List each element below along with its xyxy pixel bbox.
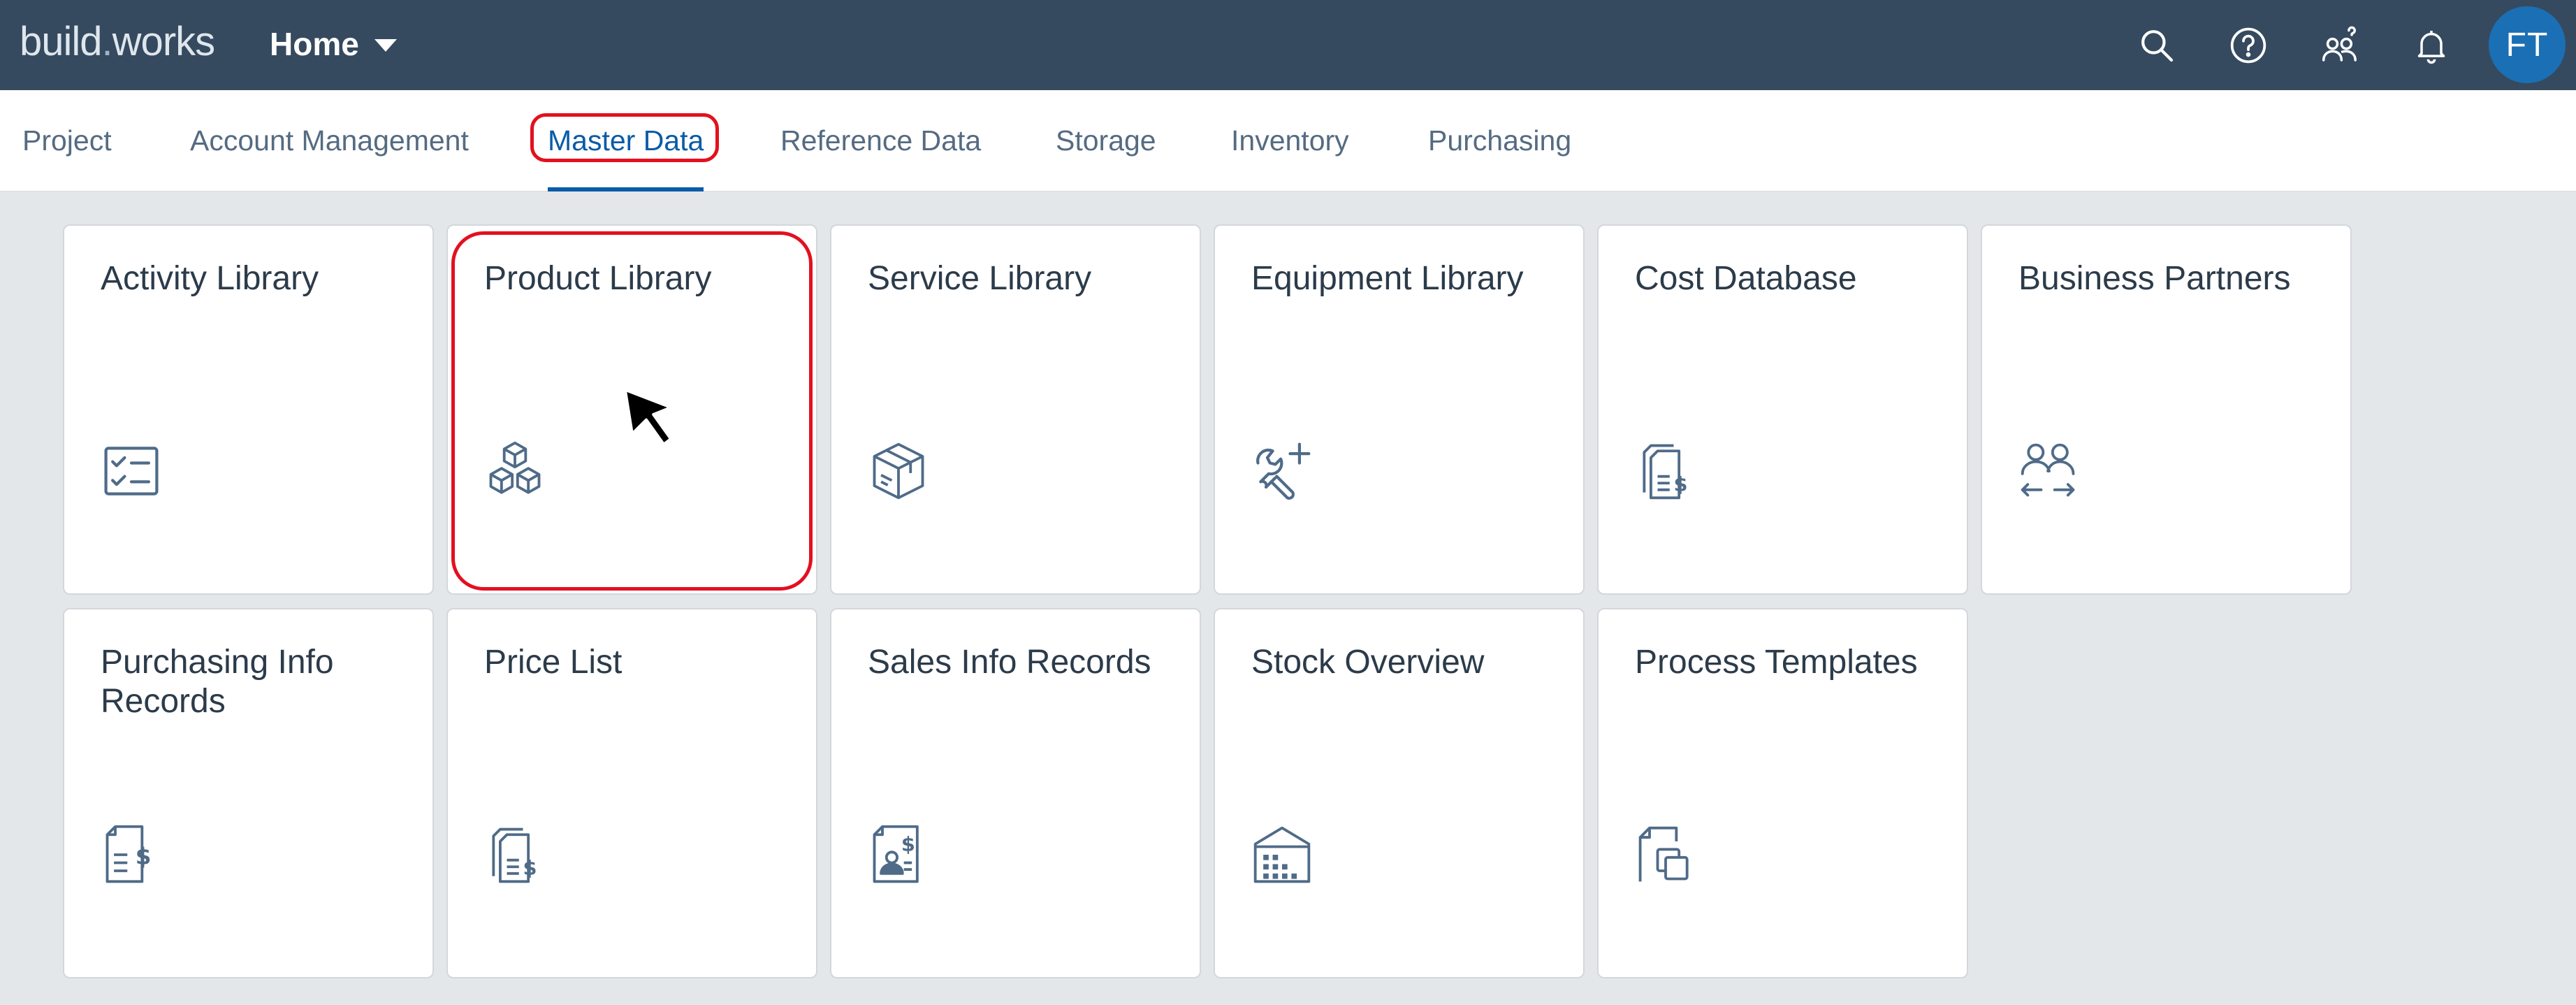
tile-business-partners[interactable]: Business Partners xyxy=(1981,224,2352,595)
logo-text-dot: . xyxy=(101,19,113,64)
help-icon[interactable] xyxy=(2225,22,2271,68)
sales-record-icon: $ xyxy=(866,823,931,887)
tab-reference-data[interactable]: Reference Data xyxy=(780,90,981,191)
svg-text:$: $ xyxy=(523,856,537,880)
tile-equipment-library[interactable]: Equipment Library xyxy=(1214,224,1585,595)
svg-text:$: $ xyxy=(901,832,915,855)
tile-title: Equipment Library xyxy=(1251,260,1524,297)
tile-title: Business Partners xyxy=(2018,260,2291,297)
tile-title: Cost Database xyxy=(1635,260,1857,297)
tile-sales-info-records[interactable]: Sales Info Records $ xyxy=(830,608,1201,978)
tab-account-management[interactable]: Account Management xyxy=(190,90,469,191)
tile-cost-database[interactable]: Cost Database $ xyxy=(1597,224,1968,595)
app-logo[interactable]: build.works xyxy=(20,18,215,65)
tile-title: Process Templates xyxy=(1635,644,1918,681)
home-menu-label: Home xyxy=(270,26,359,62)
tile-title: Service Library xyxy=(868,260,1092,297)
svg-text:$: $ xyxy=(136,843,152,869)
tile-title: Product Library xyxy=(484,260,712,297)
user-avatar[interactable]: FT xyxy=(2489,6,2566,83)
document-dollar-icon: $ xyxy=(99,823,163,887)
checklist-icon xyxy=(99,439,163,503)
tile-stock-overview[interactable]: Stock Overview xyxy=(1214,608,1585,978)
home-menu-button[interactable]: Home xyxy=(270,20,397,68)
service-box-icon xyxy=(866,439,931,503)
tab-inventory[interactable]: Inventory xyxy=(1231,90,1349,191)
svg-text:$: $ xyxy=(1674,472,1688,496)
wrench-add-icon xyxy=(1250,439,1314,503)
tile-process-templates[interactable]: Process Templates xyxy=(1597,608,1968,978)
partners-exchange-icon xyxy=(2017,439,2081,503)
tab-master-data[interactable]: Master Data xyxy=(548,90,704,191)
bell-icon[interactable] xyxy=(2408,22,2454,68)
tile-title: Purchasing Info Records xyxy=(101,644,334,720)
tab-bar: Project Account Management Master Data R… xyxy=(0,90,2576,191)
tile-title: Stock Overview xyxy=(1251,644,1485,681)
tab-project[interactable]: Project xyxy=(22,90,112,191)
tile-purchasing-info-records[interactable]: Purchasing Info Records $ xyxy=(63,608,434,978)
logo-text-build: build xyxy=(20,19,103,64)
tab-purchasing[interactable]: Purchasing xyxy=(1428,90,1571,191)
product-cubes-icon xyxy=(483,439,547,503)
search-icon[interactable] xyxy=(2134,22,2180,68)
tile-activity-library[interactable]: Activity Library xyxy=(63,224,434,595)
tile-price-list[interactable]: Price List $ xyxy=(446,608,817,978)
tile-product-library[interactable]: Product Library xyxy=(446,224,817,595)
tab-storage[interactable]: Storage xyxy=(1056,90,1156,191)
tile-title: Sales Info Records xyxy=(868,644,1151,681)
warehouse-icon xyxy=(1250,823,1314,887)
tile-service-library[interactable]: Service Library xyxy=(830,224,1201,595)
price-list-icon: $ xyxy=(483,823,547,887)
caret-down-icon xyxy=(374,39,397,52)
logo-text-works: works xyxy=(112,19,215,64)
shell-bar: build.works Home FT xyxy=(0,0,2576,90)
people-icon[interactable] xyxy=(2317,22,2363,68)
tile-title: Activity Library xyxy=(101,260,319,297)
tile-title: Price List xyxy=(484,644,623,681)
document-copy-icon xyxy=(1633,823,1698,887)
documents-dollar-icon: $ xyxy=(1633,439,1698,503)
